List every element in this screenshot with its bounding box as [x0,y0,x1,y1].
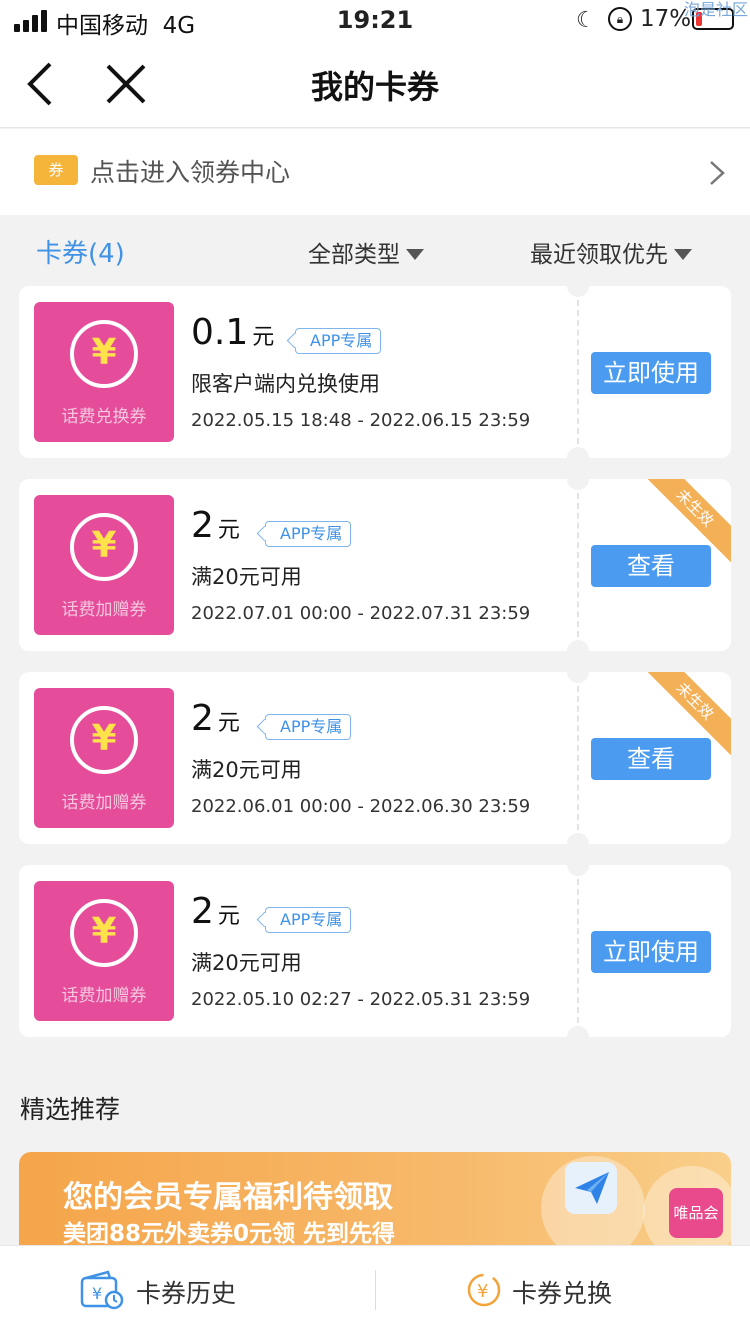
rotation-lock-icon: 🔒︎ [608,7,632,31]
coupon-condition: 满20元可用 [191,565,302,589]
section-title: 精选推荐 [20,1095,121,1124]
card-notch [567,640,589,651]
coupon-type-label: 话费加赠券 [61,793,147,813]
app-exclusive-badge: APP专属 [295,328,382,354]
app-exclusive-badge: APP专属 [265,907,352,933]
card-notch [567,672,589,683]
type-filter-label: 全部类型 [308,242,400,268]
coupon-count: 卡券(4) [36,239,125,269]
yen-coin-icon: ¥ [70,320,138,388]
coupon-condition: 满20元可用 [191,951,302,975]
coupon-amount: 0.1 元 [191,312,275,353]
coupon-action-button[interactable]: 查看 [591,545,711,587]
nav-bar: 我的卡券 [0,44,750,128]
sort-dropdown[interactable]: 最近领取优先 [530,235,692,269]
coupon-card[interactable]: ¥ 话费加赠券 2元 APP专属 满20元可用 2022.05.10 02:27… [19,865,731,1037]
paper-plane-icon [565,1162,617,1214]
coupon-card[interactable]: ¥ 话费加赠券 2元 APP专属 满20元可用 2022.07.01 00:00… [19,479,731,651]
coupon-action-button[interactable]: 立即使用 [591,352,711,394]
yen-coin-icon: ¥ [70,513,138,581]
clock: 19:21 [336,6,414,34]
banner-headline: 您的会员专属福利待领取 [63,1180,393,1215]
status-bar: 中国移动 4G 19:21 ☾ 🔒︎ 17% 泡是社区 [0,0,750,44]
banner-subline: 美团88元外卖券0元领 先到先得 [63,1221,396,1247]
wallet-clock-icon: ¥ [80,1270,124,1310]
do-not-disturb-icon: ☾ [576,8,596,33]
coupon-validity: 2022.07.01 00:00 - 2022.07.31 23:59 [191,603,531,624]
coupon-center-label: 点击进入领券中心 [90,158,291,187]
coupon-thumbnail: ¥ 话费加赠券 [34,688,174,828]
coupon-type-label: 话费兑换券 [61,407,147,427]
coupon-amount: 2元 [191,891,240,932]
coupon-exchange-button[interactable]: ¥ 卡券兑换 [464,1246,684,1334]
bar-divider [375,1270,376,1310]
coupon-card[interactable]: ¥ 话费兑换券 0.1 元 APP专属 限客户端内兑换使用 2022.05.15 … [19,286,731,458]
card-notch [567,286,589,297]
coupon-amount: 2元 [191,505,240,546]
coupon-amount: 2元 [191,698,240,739]
coupon-validity: 2022.06.01 00:00 - 2022.06.30 23:59 [191,796,531,817]
caret-down-icon [406,249,424,260]
card-divider [577,686,579,830]
coupon-action-button[interactable]: 立即使用 [591,931,711,973]
yen-coin-icon: ¥ [70,706,138,774]
coupon-condition: 限客户端内兑换使用 [191,372,380,396]
card-divider [577,879,579,1023]
yen-coin-icon: ¥ [70,899,138,967]
coupon-thumbnail: ¥ 话费加赠券 [34,495,174,635]
bottom-bar: ¥ 卡券历史 ¥ 卡券兑换 [0,1245,750,1334]
promo-banner[interactable]: 您的会员专属福利待领取 美团88元外卖券0元领 先到先得 唯品会 [19,1152,731,1248]
coupon-thumbnail: ¥ 话费加赠券 [34,881,174,1021]
coupon-type-label: 话费加赠券 [61,986,147,1006]
coupon-condition: 满20元可用 [191,758,302,782]
coupon-action-button[interactable]: 查看 [591,738,711,780]
filter-bar: 卡券(4) 全部类型 最近领取优先 [0,215,750,285]
card-notch [567,1026,589,1037]
coupon-type-label: 话费加赠券 [61,600,147,620]
type-filter-dropdown[interactable]: 全部类型 [308,235,424,269]
exchange-coin-icon: ¥ [467,1273,501,1307]
coupon-thumbnail: ¥ 话费兑换券 [34,302,174,442]
coupon-validity: 2022.05.10 02:27 - 2022.05.31 23:59 [191,989,531,1010]
vip-logo: 唯品会 [669,1188,723,1238]
card-notch [567,833,589,844]
coupon-center-entry[interactable]: 券 点击进入领券中心 [0,129,750,215]
card-notch [567,865,589,876]
caret-down-icon [674,249,692,260]
card-notch [567,479,589,490]
app-exclusive-badge: APP专属 [265,714,352,740]
coupon-exchange-label: 卡券兑换 [512,1279,613,1308]
sort-label: 最近领取优先 [530,242,668,268]
app-exclusive-badge: APP专属 [265,521,352,547]
card-notch [567,447,589,458]
chevron-right-icon [710,161,725,185]
coupon-card[interactable]: ¥ 话费加赠券 2元 APP专属 满20元可用 2022.06.01 00:00… [19,672,731,844]
page-title: 我的卡券 [310,68,439,106]
coupon-history-button[interactable]: ¥ 卡券历史 [80,1246,280,1334]
card-divider [577,493,579,637]
coupon-tag-icon: 券 [34,155,78,185]
watermark: 泡是社区 [683,0,748,19]
svg-text:¥: ¥ [477,1281,488,1302]
card-divider [577,300,579,444]
svg-text:¥: ¥ [92,1284,102,1303]
coupon-history-label: 卡券历史 [136,1279,237,1308]
coupon-validity: 2022.05.15 18:48 - 2022.06.15 23:59 [191,410,531,431]
